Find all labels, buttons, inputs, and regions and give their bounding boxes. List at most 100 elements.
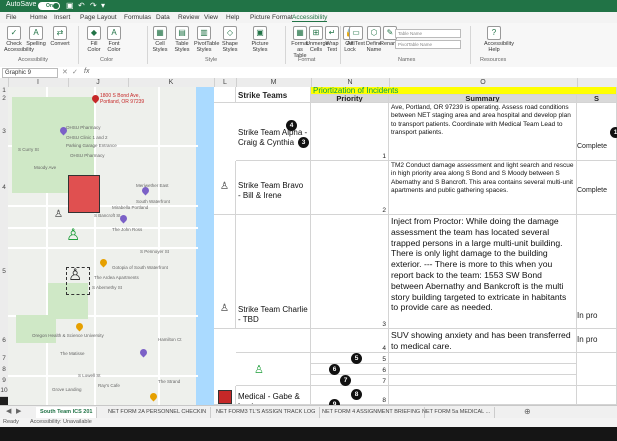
ribbon-button-label: Picture Styles [251,41,269,53]
marker-badge[interactable]: 7 [340,375,351,386]
sheet-tab[interactable]: NET FORM 2A PERSONNEL CHECKIN [104,407,212,418]
team-bravo[interactable]: Strike Team Bravo - Bill & Irene [236,161,311,215]
summary-cell[interactable]: Ave, Portland, OR 97239 is operating. As… [389,103,577,161]
pivot-styles-button[interactable]: ▥ PivotTable Styles [194,26,219,53]
tab-picture-format[interactable]: Picture Format [250,14,293,21]
check-accessibility-icon: ✓ [7,26,21,40]
next-sheet-icon[interactable]: ▶ [16,407,21,415]
status-cell[interactable]: Complete [577,161,617,215]
column-header-l[interactable]: L [214,78,237,87]
marker-badge[interactable]: 8 [351,389,362,400]
marker-badge[interactable]: 6 [329,364,340,375]
ribbon-button-label: Shape Styles [222,41,238,53]
person-icon: ♙ [66,227,81,244]
map-image[interactable]: ♙ ♙ ♙ 1800 S Bond Ave, Portland, OR 9723… [8,87,214,405]
priority-cell[interactable]: 3 [311,215,389,329]
column-header-n[interactable]: N [311,78,390,87]
column-header-o[interactable]: O [389,78,578,87]
summary-cell[interactable]: Inject from Proctor: While doing the dam… [389,215,577,329]
marker-badge[interactable]: 5 [351,353,362,364]
tab-home[interactable]: Home [30,14,47,21]
alt-text-button[interactable]: ▭ Alt Text [346,26,366,47]
priority-cell[interactable]: 8 [311,386,389,405]
summary-cell[interactable]: SUV showing anxiety and has been transfe… [389,329,577,353]
name-box[interactable]: Graphic 9 [2,68,58,78]
enter-icon[interactable]: ✓ [72,68,78,76]
priority-cell[interactable]: 4 [311,329,389,353]
check-accessibility-button[interactable]: ✓ Check Accessibility [4,26,34,53]
summary-header[interactable]: Summary [389,95,577,103]
customize-toolbar-icon[interactable]: ▾ [101,1,105,10]
tab-file[interactable]: File [6,14,16,21]
status-cell[interactable]: In pro [577,215,617,329]
save-icon[interactable]: ▣ [66,1,74,10]
summary-cell[interactable]: TM2 Conduct damage assessment and light … [389,161,577,215]
wrap-text-icon: ↵ [325,26,339,40]
add-sheet-icon[interactable]: ⊕ [524,407,531,416]
priority-cell[interactable]: 1 [311,103,389,161]
convert-button[interactable]: ⇄ Convert [50,26,70,47]
wrap-text-button[interactable]: ↵ Wrap Text [322,26,342,53]
column-header-k[interactable]: K [128,78,215,87]
strike-teams-header[interactable]: Strike Teams [236,87,311,103]
shape-styles-button[interactable]: ◇ Shape Styles [220,26,240,53]
tab-review[interactable]: Review [178,14,199,21]
row-header[interactable]: 4 [0,161,8,216]
tab-data[interactable]: Data [156,14,170,21]
status-header[interactable]: S [577,95,617,103]
row-header[interactable]: 5 [0,215,8,330]
priorization-header[interactable]: Priortization of Incidents [311,87,617,95]
priority-cell[interactable]: 5 [311,353,389,364]
incident-marker[interactable] [68,175,100,213]
undo-icon[interactable]: ↶ [78,1,85,10]
sheet-tab[interactable]: NET FORM3 TL'S ASSIGN TRACK LOG [212,407,321,418]
row-header[interactable]: 3 [0,103,8,162]
tab-formulas[interactable]: Formulas [124,14,151,21]
tab-help[interactable]: Help [226,14,239,21]
column-header-j[interactable]: J [68,78,129,87]
team-alpha[interactable]: Strike Team Alpha - Craig & Cynthia [236,103,311,161]
cancel-icon[interactable]: ✕ [62,68,68,76]
autosave-label: AutoSave [6,1,37,8]
priority-header[interactable]: Priority [311,95,389,103]
table-name-field[interactable]: Table Name [395,29,461,38]
formula-input[interactable] [96,68,612,76]
tab-accessibility[interactable]: Accessibility [292,14,328,22]
font-color-button[interactable]: A Font Color [104,26,124,53]
row-header[interactable]: 6 [0,329,8,354]
team-medical[interactable]: Medical - Gabe & Louise [236,386,311,405]
column-header-m[interactable]: M [236,78,312,87]
map-label: The Strand [158,379,181,384]
table-styles-button[interactable]: ▤ Table Styles [172,26,192,53]
tab-insert[interactable]: Insert [54,14,70,21]
status-cell[interactable]: In pro [577,329,617,353]
picture-styles-button[interactable]: ▣ Picture Styles [250,26,270,53]
map-label: 1800 S Bond Ave, Portland, OR 97239 [100,93,145,105]
sheet-tab[interactable]: NET FORM 4 ASSIGNMENT BRIEFING [318,407,426,418]
fx-icon[interactable]: fx [84,68,89,75]
accessibility-status[interactable]: Accessibility: Unavailable [30,419,92,425]
fill-color-button[interactable]: ◆ Fill Color [84,26,104,53]
prev-sheet-icon[interactable]: ◀ [6,407,11,415]
tab-view[interactable]: View [204,14,218,21]
cell-l1[interactable] [214,87,236,103]
priority-cell[interactable]: 6 [311,364,389,375]
spelling-button[interactable]: A Spelling [26,26,46,47]
priority-cell[interactable]: 2 [311,161,389,215]
tab-page-layout[interactable]: Page Layout [80,14,117,21]
column-header-p[interactable] [577,78,617,87]
cell-styles-button[interactable]: ▦ Cell Styles [150,26,170,53]
column-header-i[interactable]: I [8,78,69,87]
marker-badge[interactable]: 1 [610,127,617,138]
ribbon-button-label: Accessibility Help [484,41,514,53]
sheet-tab[interactable]: NET FORM 5a MEDICAL ... [418,407,496,418]
row-header[interactable]: 10 [0,386,8,397]
team-charlie[interactable]: Strike Team Charlie - TBD [236,215,311,329]
font-color-icon: A [107,26,121,40]
marker-badge[interactable]: 3 [298,137,309,148]
spelling-icon: A [29,26,43,40]
marker-badge[interactable]: 4 [286,120,297,131]
help-button[interactable]: ? Accessibility Help [484,26,514,53]
redo-icon[interactable]: ↷ [90,1,97,10]
pivot-name-field[interactable]: PivotTable Name [395,40,461,49]
